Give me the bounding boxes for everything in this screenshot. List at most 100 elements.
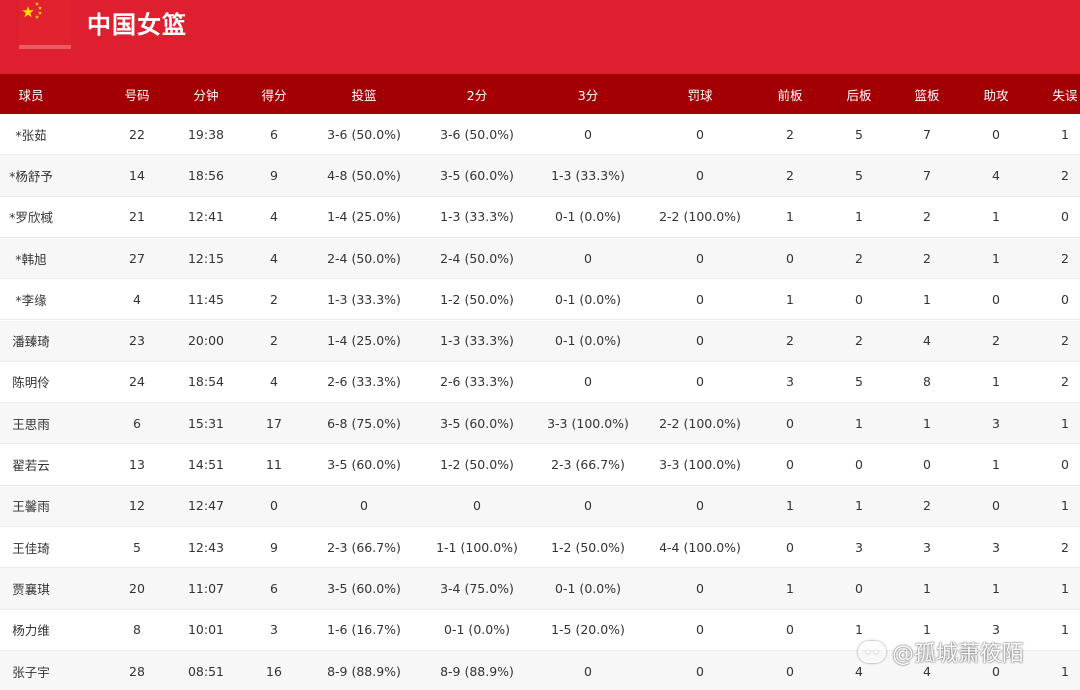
cell-ft: 2-2 (100.0%) bbox=[659, 415, 741, 431]
cell-three-pt: 0-1 (0.0%) bbox=[555, 333, 621, 349]
table-row: 贾襄琪 20 11:07 6 3-5 (60.0%) 3-4 (75.0%) 0-1 (0.… bbox=[0, 568, 1080, 610]
cell-def-reb: 5 bbox=[855, 126, 863, 142]
cell-fg: 1-3 (33.3%) bbox=[327, 291, 401, 307]
cell-tov: 0 bbox=[1061, 209, 1069, 225]
cell-off-reb: 0 bbox=[786, 415, 794, 431]
cell-def-reb: 5 bbox=[855, 167, 863, 183]
cell-minutes: 19:38 bbox=[187, 126, 225, 142]
cell-reb: 0 bbox=[923, 457, 931, 473]
cell-ft: 0 bbox=[696, 580, 704, 596]
cell-fg: 2-4 (50.0%) bbox=[327, 250, 401, 266]
cell-player: *韩旭 bbox=[15, 251, 47, 267]
cell-off-reb: 1 bbox=[786, 209, 794, 225]
stats-table-header: 球员 号码 分钟 得分 投篮 2分 3分 罚球 前板 后板 篮板 助攻 失误 bbox=[0, 74, 1080, 114]
cell-def-reb: 2 bbox=[855, 250, 863, 266]
table-row: *张茹 22 19:38 6 3-6 (50.0%) 3-6 (50.0%) 0 0 2 5 7 0 1 bbox=[0, 114, 1080, 156]
cell-points: 11 bbox=[266, 457, 282, 473]
cell-fg: 3-6 (50.0%) bbox=[327, 126, 401, 142]
cell-reb: 7 bbox=[923, 167, 931, 183]
cell-minutes: 18:56 bbox=[187, 167, 225, 183]
cell-player: 王思雨 bbox=[12, 416, 50, 432]
cell-number: 24 bbox=[129, 374, 145, 390]
cell-reb: 8 bbox=[923, 374, 931, 390]
table-row: *罗欣棫 21 12:41 4 1-4 (25.0%) 1-3 (33.3%) 0-1 (0… bbox=[0, 197, 1080, 238]
cell-ast: 1 bbox=[992, 209, 1000, 225]
table-row: *韩旭 27 12:15 4 2-4 (50.0%) 2-4 (50.0%) 0 0 0 2 2 1 2 bbox=[0, 237, 1080, 280]
cell-number: 27 bbox=[129, 250, 145, 266]
table-row: 王思雨 6 15:31 17 6-8 (75.0%) 3-5 (60.0%) 3-3 (10… bbox=[0, 403, 1080, 445]
cell-three-pt: 0-1 (0.0%) bbox=[555, 291, 621, 307]
table-row: 王佳琦 5 12:43 9 2-3 (66.7%) 1-1 (100.0%) 1-2 (50… bbox=[0, 527, 1080, 569]
cell-tov: 0 bbox=[1061, 457, 1069, 473]
cell-minutes: 11:07 bbox=[187, 580, 225, 596]
cell-ft: 0 bbox=[696, 498, 704, 514]
column-header-player: 球员 bbox=[18, 87, 44, 103]
cell-tov: 1 bbox=[1061, 663, 1069, 679]
cell-ft: 2-2 (100.0%) bbox=[659, 209, 741, 225]
cell-fg: 1-4 (25.0%) bbox=[327, 209, 401, 225]
cell-reb: 1 bbox=[923, 415, 931, 431]
cell-reb: 7 bbox=[923, 126, 931, 142]
cell-points: 6 bbox=[270, 580, 278, 596]
cell-tov: 1 bbox=[1061, 415, 1069, 431]
cell-ast: 0 bbox=[992, 291, 1000, 307]
cell-player: 翟若云 bbox=[12, 458, 50, 474]
cell-player: 张子宇 bbox=[12, 664, 50, 680]
cell-player: 王佳琦 bbox=[12, 540, 50, 556]
cell-three-pt: 3-3 (100.0%) bbox=[547, 415, 629, 431]
cell-tov: 2 bbox=[1061, 167, 1069, 183]
cell-def-reb: 0 bbox=[855, 291, 863, 307]
cell-two-pt: 8-9 (88.9%) bbox=[440, 663, 514, 679]
cell-number: 5 bbox=[133, 539, 141, 555]
cell-off-reb: 3 bbox=[786, 374, 794, 390]
cell-def-reb: 2 bbox=[855, 333, 863, 349]
cell-three-pt: 1-5 (20.0%) bbox=[551, 622, 625, 638]
watermark: @孤城萧筱陌 bbox=[858, 636, 1024, 668]
table-row: 王馨雨 12 12:47 0 0 0 0 0 1 1 2 0 1 bbox=[0, 485, 1080, 527]
cell-fg: 8-9 (88.9%) bbox=[327, 663, 401, 679]
cell-reb: 2 bbox=[923, 250, 931, 266]
table-row: 翟若云 13 14:51 11 3-5 (60.0%) 1-2 (50.0%) 2-3 (6… bbox=[0, 444, 1080, 486]
cell-def-reb: 1 bbox=[855, 209, 863, 225]
cell-def-reb: 1 bbox=[855, 498, 863, 514]
cell-tov: 2 bbox=[1061, 539, 1069, 555]
cell-reb: 2 bbox=[923, 209, 931, 225]
column-header-ast: 助攻 bbox=[983, 87, 1009, 103]
china-flag-icon bbox=[19, 0, 71, 49]
cell-ft: 0 bbox=[696, 333, 704, 349]
cell-number: 6 bbox=[133, 415, 141, 431]
cell-two-pt: 1-3 (33.3%) bbox=[440, 209, 514, 225]
cell-fg: 6-8 (75.0%) bbox=[327, 415, 401, 431]
cell-reb: 1 bbox=[923, 291, 931, 307]
column-header-reb: 篮板 bbox=[914, 87, 940, 103]
cell-off-reb: 0 bbox=[786, 622, 794, 638]
cell-fg: 3-5 (60.0%) bbox=[327, 457, 401, 473]
cell-number: 28 bbox=[129, 663, 145, 679]
cell-reb: 3 bbox=[923, 539, 931, 555]
cell-two-pt: 1-2 (50.0%) bbox=[440, 457, 514, 473]
cell-two-pt: 1-1 (100.0%) bbox=[436, 539, 518, 555]
cell-two-pt: 3-5 (60.0%) bbox=[440, 167, 514, 183]
cell-fg: 4-8 (50.0%) bbox=[327, 167, 401, 183]
cell-ft: 0 bbox=[696, 291, 704, 307]
cell-tov: 2 bbox=[1061, 374, 1069, 390]
cell-points: 2 bbox=[270, 333, 278, 349]
cell-off-reb: 0 bbox=[786, 457, 794, 473]
cell-fg: 1-4 (25.0%) bbox=[327, 333, 401, 349]
cell-two-pt: 1-3 (33.3%) bbox=[440, 333, 514, 349]
cell-def-reb: 3 bbox=[855, 539, 863, 555]
cell-number: 20 bbox=[129, 580, 145, 596]
cell-minutes: 20:00 bbox=[187, 333, 225, 349]
cell-reb: 4 bbox=[923, 333, 931, 349]
cell-three-pt: 2-3 (66.7%) bbox=[551, 457, 625, 473]
cell-fg: 2-3 (66.7%) bbox=[327, 539, 401, 555]
chat-bubble-icon bbox=[858, 641, 886, 663]
cell-tov: 1 bbox=[1061, 498, 1069, 514]
cell-three-pt: 0 bbox=[584, 126, 592, 142]
cell-player: *李缘 bbox=[15, 292, 47, 308]
cell-minutes: 12:15 bbox=[187, 250, 225, 266]
cell-number: 14 bbox=[129, 167, 145, 183]
cell-minutes: 14:51 bbox=[187, 457, 225, 473]
cell-number: 21 bbox=[129, 209, 145, 225]
column-header-fg: 投篮 bbox=[351, 87, 377, 103]
